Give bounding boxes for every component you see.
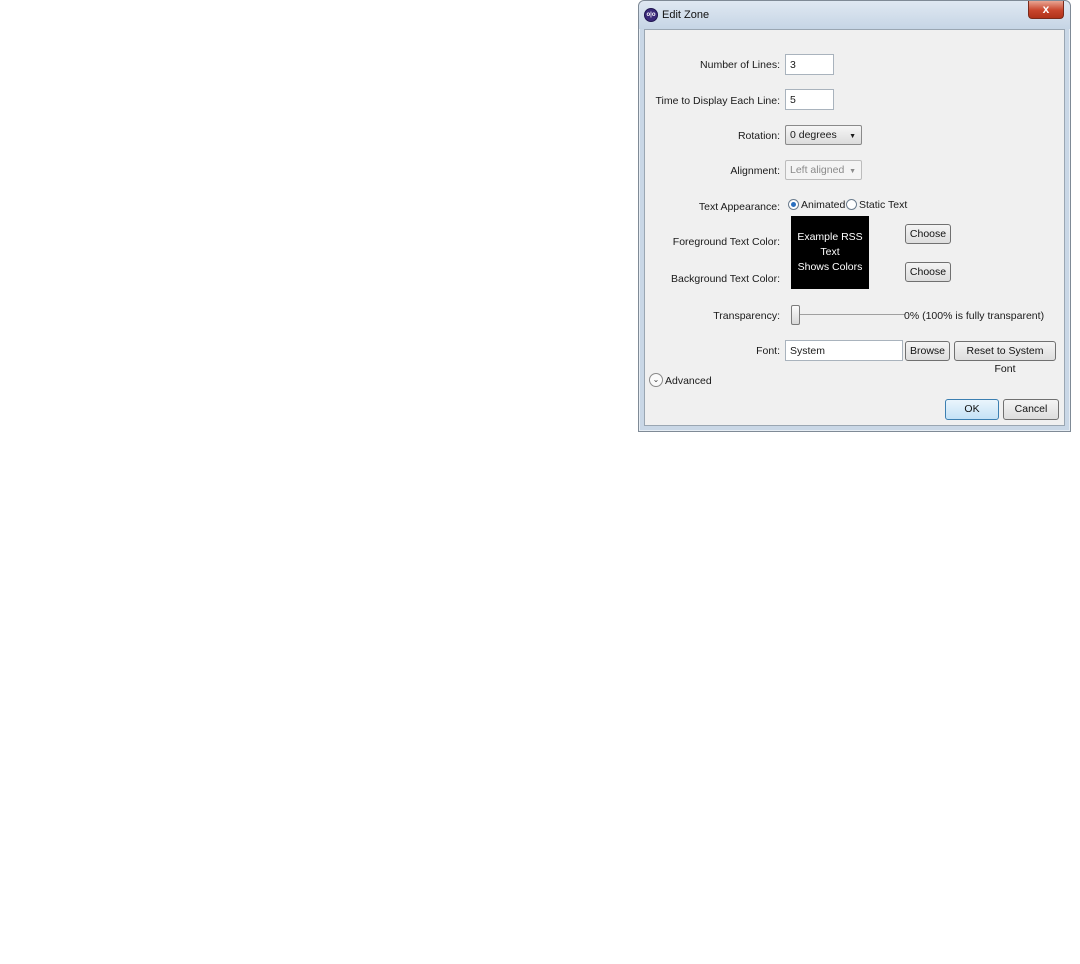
dialog-body: Number of Lines: 3 Time to Display Each … (644, 29, 1065, 426)
advanced-toggle-label[interactable]: Advanced (665, 375, 712, 387)
font-label: Font: (756, 345, 780, 357)
alignment-label: Alignment: (730, 165, 780, 177)
rotation-label: Rotation: (737, 130, 780, 142)
text-appearance-label: Text Appearance: (698, 201, 780, 213)
chevron-down-icon: ▼ (849, 133, 856, 140)
rotation-select[interactable]: 0 degrees ▼ (785, 125, 862, 145)
preview-line-1: Example RSS Text (797, 231, 863, 258)
title-bar: o|o Edit Zone x (639, 1, 1070, 29)
browse-button[interactable]: Browse (905, 341, 950, 361)
app-icon: o|o (644, 8, 658, 22)
color-preview: Example RSS Text Shows Colors (791, 216, 869, 289)
time-to-display-label: Time to Display Each Line: (655, 95, 781, 107)
close-button[interactable]: x (1028, 1, 1064, 19)
foreground-color-label: Foreground Text Color: (672, 236, 780, 248)
font-input[interactable]: System (785, 340, 903, 361)
rotation-selected: 0 degrees (790, 129, 837, 141)
chevron-down-icon[interactable]: ⌄ (649, 373, 663, 387)
chevron-down-icon: ▼ (849, 168, 856, 175)
transparency-value: 0% (100% is fully transparent) (904, 310, 1045, 322)
cancel-button[interactable]: Cancel (1003, 399, 1059, 420)
transparency-label: Transparency: (713, 310, 780, 322)
alignment-selected: Left aligned (790, 164, 845, 176)
time-to-display-input[interactable]: 5 (785, 89, 834, 110)
radio-animated[interactable] (788, 199, 799, 210)
transparency-slider-track[interactable] (795, 314, 905, 315)
radio-static-text-label: Static Text (859, 199, 908, 211)
choose-background-button[interactable]: Choose (905, 262, 951, 282)
alignment-select[interactable]: Left aligned ▼ (785, 160, 862, 180)
radio-static-text[interactable] (846, 199, 857, 210)
edit-zone-dialog: o|o Edit Zone x Number of Lines: 3 Time … (638, 0, 1071, 432)
radio-animated-label: Animated (801, 199, 846, 211)
preview-line-2: Shows Colors (797, 261, 863, 273)
transparency-slider-thumb[interactable] (791, 305, 800, 325)
background-color-label: Background Text Color: (671, 273, 780, 285)
number-of-lines-input[interactable]: 3 (785, 54, 834, 75)
ok-button[interactable]: OK (945, 399, 999, 420)
reset-system-font-button[interactable]: Reset to System Font (954, 341, 1056, 375)
number-of-lines-label: Number of Lines: (700, 59, 780, 71)
choose-foreground-button[interactable]: Choose (905, 224, 951, 244)
window-title: Edit Zone (662, 9, 710, 21)
